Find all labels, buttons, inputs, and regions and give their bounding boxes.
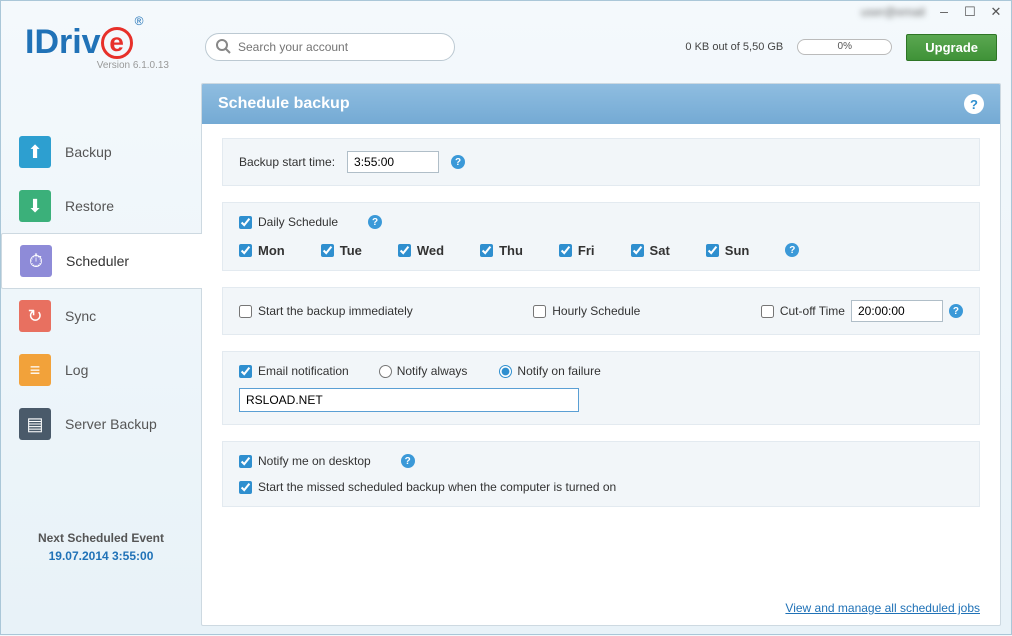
backup-icon: ⬆: [19, 136, 51, 168]
hourly-schedule-checkbox[interactable]: [533, 305, 546, 318]
notify-desktop-label: Notify me on desktop: [258, 454, 371, 468]
sidebar-item-label: Scheduler: [66, 253, 129, 269]
notify-always-radio[interactable]: [379, 365, 392, 378]
help-icon[interactable]: ?: [401, 454, 415, 468]
help-icon[interactable]: ?: [785, 243, 799, 257]
sidebar-item-label: Server Backup: [65, 416, 157, 432]
day-label: Tue: [340, 243, 362, 258]
upgrade-button[interactable]: Upgrade: [906, 34, 997, 61]
search-icon: [215, 38, 231, 54]
day-label: Wed: [417, 243, 444, 258]
day-wed-checkbox[interactable]: [398, 244, 411, 257]
next-event-value: 19.07.2014 3:55:00: [1, 549, 201, 563]
restore-icon: ⬇: [19, 190, 51, 222]
sidebar-item-backup[interactable]: ⬆ Backup: [1, 125, 201, 179]
day-sat-checkbox[interactable]: [631, 244, 644, 257]
day-sun-checkbox[interactable]: [706, 244, 719, 257]
sidebar-item-scheduler[interactable]: ⏱ Scheduler: [1, 233, 202, 289]
start-time-input[interactable]: [347, 151, 439, 173]
storage-text: 0 KB out of 5,50 GB: [685, 41, 783, 53]
cutoff-time-label: Cut-off Time: [780, 304, 845, 318]
view-all-jobs-link[interactable]: View and manage all scheduled jobs: [785, 601, 980, 615]
sidebar-item-restore[interactable]: ⬇ Restore: [1, 179, 201, 233]
day-label: Mon: [258, 243, 285, 258]
day-label: Thu: [499, 243, 523, 258]
help-icon[interactable]: ?: [451, 155, 465, 169]
next-event-label: Next Scheduled Event: [1, 531, 201, 545]
minimize-button[interactable]: —: [937, 5, 951, 19]
notify-always-label: Notify always: [397, 364, 468, 378]
daily-schedule-label: Daily Schedule: [258, 215, 338, 229]
help-icon[interactable]: ?: [949, 304, 963, 318]
day-thu-checkbox[interactable]: [480, 244, 493, 257]
cutoff-time-checkbox[interactable]: [761, 305, 774, 318]
hourly-schedule-label: Hourly Schedule: [552, 304, 640, 318]
help-icon[interactable]: ?: [368, 215, 382, 229]
scheduler-icon: ⏱: [20, 245, 52, 277]
sidebar-item-log[interactable]: ≡ Log: [1, 343, 201, 397]
day-tue-checkbox[interactable]: [321, 244, 334, 257]
email-notification-label: Email notification: [258, 364, 349, 378]
day-fri-checkbox[interactable]: [559, 244, 572, 257]
maximize-button[interactable]: ☐: [963, 5, 977, 19]
day-label: Fri: [578, 243, 595, 258]
start-missed-label: Start the missed scheduled backup when t…: [258, 480, 616, 494]
content-header: Schedule backup ?: [202, 84, 1000, 124]
email-input[interactable]: [239, 388, 579, 412]
sidebar-item-sync[interactable]: ↻ Sync: [1, 289, 201, 343]
page-title: Schedule backup: [218, 95, 350, 113]
email-notification-checkbox[interactable]: [239, 365, 252, 378]
sync-icon: ↻: [19, 300, 51, 332]
account-label: user@email: [861, 5, 925, 19]
start-immediately-checkbox[interactable]: [239, 305, 252, 318]
start-immediately-label: Start the backup immediately: [258, 304, 413, 318]
close-button[interactable]: ✕: [989, 5, 1003, 19]
cutoff-time-input[interactable]: [851, 300, 943, 322]
day-label: Sun: [725, 243, 750, 258]
storage-progress: 0%: [797, 39, 892, 55]
help-icon[interactable]: ?: [964, 94, 984, 114]
sidebar-item-label: Log: [65, 362, 88, 378]
start-time-label: Backup start time:: [239, 155, 335, 169]
start-missed-checkbox[interactable]: [239, 481, 252, 494]
sidebar-item-label: Restore: [65, 198, 114, 214]
notify-failure-radio[interactable]: [499, 365, 512, 378]
sidebar: ⬆ Backup ⬇ Restore ⏱ Scheduler ↻ Sync ≡ …: [1, 83, 201, 636]
server-icon: ▤: [19, 408, 51, 440]
app-logo: IDrive® Version 6.1.0.13: [25, 23, 195, 71]
sidebar-item-server-backup[interactable]: ▤ Server Backup: [1, 397, 201, 451]
sidebar-item-label: Sync: [65, 308, 96, 324]
search-input[interactable]: [205, 33, 455, 61]
daily-schedule-checkbox[interactable]: [239, 216, 252, 229]
notify-failure-label: Notify on failure: [517, 364, 600, 378]
day-mon-checkbox[interactable]: [239, 244, 252, 257]
sidebar-item-label: Backup: [65, 144, 112, 160]
day-label: Sat: [650, 243, 670, 258]
log-icon: ≡: [19, 354, 51, 386]
notify-desktop-checkbox[interactable]: [239, 455, 252, 468]
